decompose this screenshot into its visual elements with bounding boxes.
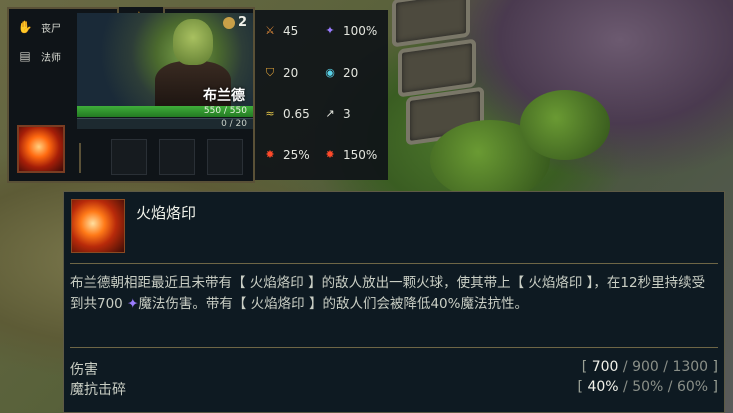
divider: [70, 347, 718, 348]
unit-panel: ★ ✋ 丧尸 ▤ 法师 2 布兰德 550 / 550 0 / 20: [7, 7, 255, 183]
stat-ability-power: ✦ 100%: [323, 24, 377, 38]
item-slot-2[interactable]: [159, 139, 195, 175]
scaling-row-damage: 伤害 [ 700 / 900 / 1300 ]: [70, 359, 718, 379]
ability-description: 布兰德朝相距最近且未带有【 火焰烙印 】的敌人放出一颗火球，使其带上【 火焰烙印…: [70, 275, 706, 312]
trait-zombie[interactable]: ✋ 丧尸: [17, 19, 61, 35]
item-slot-1[interactable]: [111, 139, 147, 175]
ability-power-icon: ✦: [325, 24, 335, 37]
sword-icon: ⚔: [265, 24, 275, 37]
gold-coin-icon: [222, 16, 235, 29]
book-icon: ▤: [19, 49, 31, 63]
hand-icon: ✋: [17, 20, 33, 34]
trait-label: 丧尸: [41, 23, 61, 35]
trait-label: 法师: [41, 52, 61, 64]
ability-tooltip: 火焰烙印 布兰德朝相距最近且未带有【 火焰烙印 】的敌人放出一颗火球，使其带上【…: [63, 191, 725, 413]
attack-speed-icon: ≈: [265, 107, 275, 120]
scaling-row-shred: 魔抗击碎 [ 40% / 50% / 60% ]: [70, 379, 718, 399]
stat-attack-speed: ≈ 0.65: [263, 107, 309, 121]
stat-crit-chance: ✸ 25%: [263, 148, 309, 162]
item-slot-3[interactable]: [207, 139, 243, 175]
scaling-label: 伤害: [70, 362, 98, 378]
scaling-values: [ 700 / 900 / 1300 ]: [581, 359, 718, 375]
cost-value: 2: [237, 15, 247, 30]
magic-damage-icon: ✦: [127, 296, 139, 312]
divider: [70, 263, 718, 264]
cost-badge: 2: [222, 15, 247, 30]
shield-icon: ⛉: [265, 66, 275, 79]
mana-bar: 0 / 20: [77, 118, 253, 129]
health-bar: 550 / 550: [77, 106, 253, 117]
stat-range: ↗ 3: [323, 107, 350, 121]
champion-portrait: 2 布兰德: [77, 13, 253, 109]
stat-crit-damage: ✸ 150%: [323, 148, 377, 162]
crit-damage-icon: ✸: [325, 148, 335, 161]
scaling-label: 魔抗击碎: [70, 382, 126, 398]
stat-magic-resist: ◉ 20: [323, 66, 358, 80]
range-icon: ↗: [325, 107, 335, 120]
scaling-values: [ 40% / 50% / 60% ]: [577, 379, 718, 395]
crit-chance-icon: ✸: [265, 148, 275, 161]
champion-name: 布兰德: [203, 88, 245, 104]
ability-title: 火焰烙印: [136, 204, 197, 222]
foliage: [520, 90, 610, 160]
stat-attack-damage: ⚔ 45: [263, 24, 298, 38]
stats-panel: ⚔ 45 ✦ 100% ⛉ 20 ◉ 20 ≈ 0.65 ↗ 3 ✸ 25% ✸…: [255, 10, 388, 180]
fireball-icon: [71, 199, 125, 253]
ability-icon[interactable]: [17, 125, 65, 173]
trait-mage[interactable]: ▤ 法师: [17, 48, 61, 64]
magic-resist-icon: ◉: [325, 66, 335, 79]
stat-armor: ⛉ 20: [263, 66, 298, 80]
